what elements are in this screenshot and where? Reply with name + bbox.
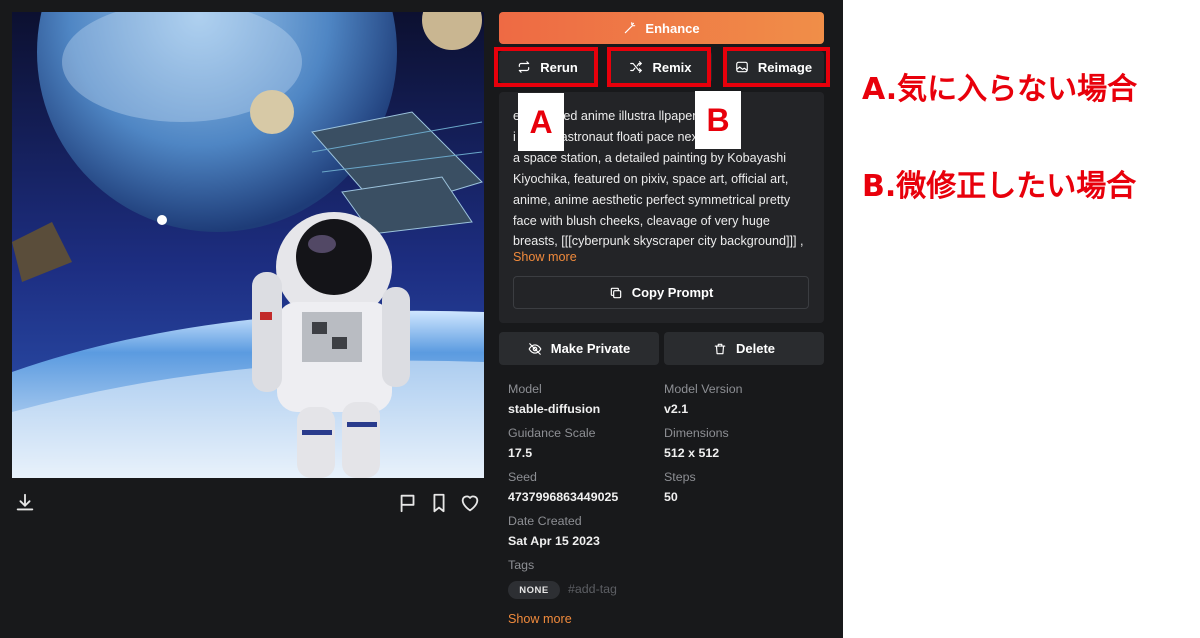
date-created-value: Sat Apr 15 2023	[508, 534, 600, 548]
annotation-b-text: B.微修正したい場合	[862, 169, 1137, 204]
enhance-button[interactable]: Enhance	[499, 12, 824, 44]
eye-off-icon	[528, 342, 542, 355]
delete-label: Delete	[735, 341, 776, 356]
make-private-label: Make Private	[550, 341, 631, 356]
copy-icon	[610, 287, 621, 298]
heart-icon[interactable]	[459, 492, 481, 514]
dimensions-value: 512 x 512	[664, 446, 720, 460]
wand-icon	[625, 22, 636, 34]
highlight-reimage	[723, 47, 830, 87]
model-version-value: v2.1	[664, 402, 689, 416]
steps-value: 50	[664, 490, 678, 504]
prompt-show-more-link[interactable]: Show more	[513, 250, 577, 264]
tag-badge: NONE	[508, 581, 560, 599]
make-private-button[interactable]: Make Private	[499, 332, 659, 365]
highlight-rerun	[494, 47, 598, 87]
enhance-label: Enhance	[645, 20, 700, 36]
prompt-line: face with blush cheeks, cleavage of very…	[513, 213, 770, 228]
generated-image	[12, 12, 484, 478]
meta-show-more-link[interactable]: Show more	[508, 612, 572, 626]
seed-label: Seed	[508, 470, 537, 484]
highlight-remix	[607, 47, 711, 87]
copy-prompt-label: Copy Prompt	[631, 285, 714, 300]
tags-label: Tags	[508, 558, 535, 572]
model-version-label: Model Version	[664, 382, 743, 396]
date-created-label: Date Created	[508, 514, 582, 528]
model-label: Model	[508, 382, 542, 396]
trash-icon	[714, 343, 726, 354]
app-window: Enhance Rerun Remix Reimage e y detailed…	[0, 0, 843, 638]
annotation-box-a: A	[518, 93, 564, 151]
guidance-scale-label: Guidance Scale	[508, 426, 596, 440]
model-value: stable-diffusion	[508, 402, 601, 416]
dimensions-label: Dimensions	[664, 426, 729, 440]
guidance-scale-value: 17.5	[508, 446, 533, 460]
steps-label: Steps	[664, 470, 696, 484]
delete-button[interactable]: Delete	[664, 332, 824, 365]
copy-prompt-button[interactable]: Copy Prompt	[513, 276, 809, 309]
bookmark-icon[interactable]	[428, 492, 450, 514]
seed-value: 4737996863449025	[508, 490, 619, 504]
prompt-line: Kiyochika, featured on pixiv, space art,…	[513, 171, 789, 186]
download-icon[interactable]	[14, 492, 36, 514]
flag-icon[interactable]	[397, 492, 419, 514]
annotation-a-text: A.気に入らない場合	[862, 72, 1138, 107]
add-tag-input[interactable]: #add-tag	[568, 582, 617, 596]
prompt-line: anime, anime aesthetic perfect symmetric…	[513, 192, 791, 207]
annotation-box-b: B	[695, 91, 741, 149]
